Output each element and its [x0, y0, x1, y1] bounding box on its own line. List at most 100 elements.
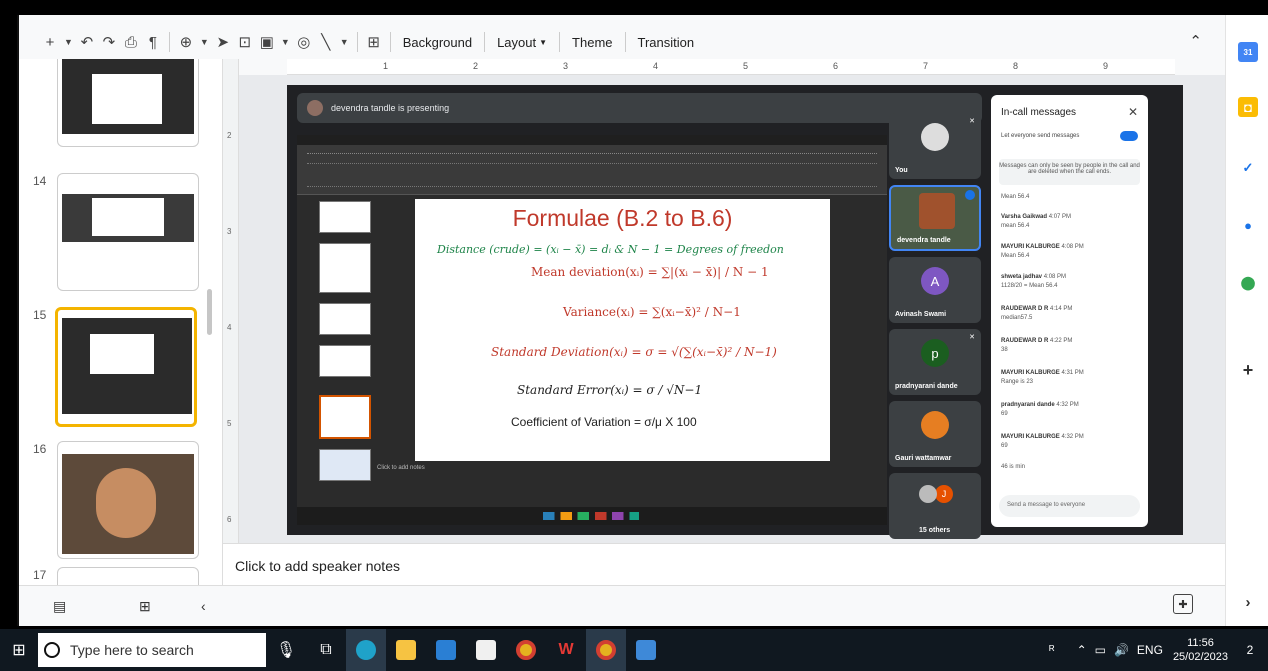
windows-start-icon[interactable]: ⊞ — [0, 629, 38, 671]
speaker-notes-placeholder[interactable]: Click to add speaker notes — [235, 558, 400, 574]
image-caret-icon[interactable]: ▼ — [278, 29, 293, 55]
explore-icon[interactable]: ✚ — [1173, 594, 1193, 614]
zoom-icon[interactable]: ⊕ — [175, 29, 197, 55]
chat-message-text: 69 — [1001, 443, 1008, 449]
ruler-label: 5 — [227, 419, 232, 428]
ribbon-tabs — [307, 153, 877, 157]
participant-name: Gauri wattamwar — [895, 455, 952, 462]
taskbar-search-box[interactable]: Type here to search — [38, 633, 266, 667]
ribbon-commands — [307, 163, 877, 187]
ruler-label: 3 — [563, 61, 569, 71]
chat-input: Send a message to everyone — [999, 495, 1140, 517]
slide-thumbnail-selected[interactable] — [55, 307, 197, 427]
task-view-icon[interactable]: ⧉ — [306, 629, 346, 671]
slide-canvas[interactable]: devendra tandle is presenting Formulae (… — [239, 75, 1225, 543]
theme-button[interactable]: Theme — [565, 29, 619, 55]
volume-icon[interactable]: 🔊 — [1114, 643, 1129, 657]
participant-tile: You ✕ — [889, 113, 981, 179]
ruler-label: 4 — [653, 61, 659, 71]
chat-sender: MAYURI KALBURGE — [1001, 370, 1060, 376]
clock[interactable]: 11:56 25/02/2023 — [1173, 636, 1228, 664]
toolbar-divider — [559, 32, 561, 52]
thumbnail-slide — [90, 334, 154, 374]
presenting-banner: devendra tandle is presenting — [297, 93, 982, 123]
hide-menus-caret-icon[interactable]: ⌃ — [1189, 32, 1202, 50]
filmstrip-view-icon[interactable]: ▤ — [53, 598, 66, 615]
select-cursor-icon[interactable]: ➤ — [212, 29, 234, 55]
layout-button[interactable]: Layout ▼ — [490, 29, 554, 55]
cortana-icon — [44, 642, 60, 658]
get-addons-plus-icon[interactable]: + — [1238, 360, 1258, 380]
new-slide-plus-icon[interactable]: + — [39, 29, 61, 55]
photos-icon[interactable] — [626, 629, 666, 671]
tasks-icon[interactable]: ✓ — [1238, 158, 1258, 178]
zoom-caret-icon[interactable]: ▼ — [197, 29, 212, 55]
ppt-mini-slide — [319, 243, 371, 293]
chrome-active-icon[interactable] — [586, 629, 626, 671]
meet-screenshot-image[interactable]: devendra tandle is presenting Formulae (… — [287, 85, 1183, 539]
paint-format-icon[interactable]: ¶ — [142, 29, 164, 55]
slide-thumbnail[interactable] — [57, 441, 199, 559]
chat-time: 4:08 PM — [1061, 244, 1084, 250]
slide-thumbnail[interactable] — [57, 173, 199, 291]
presenter-face — [96, 468, 156, 538]
chat-time: 4:14 PM — [1050, 306, 1073, 312]
network-icon[interactable]: ▭ — [1095, 643, 1106, 657]
maps-icon[interactable]: ⬤ — [1238, 273, 1258, 293]
tray-chevron-icon[interactable]: ⌃ — [1077, 643, 1087, 657]
standard-deviation-formula: Standard Deviation(xᵢ) = σ = √(∑(xᵢ−x̄)²… — [491, 345, 777, 359]
ppt-notes-placeholder: Click to add notes — [377, 465, 425, 471]
file-explorer-icon[interactable] — [386, 629, 426, 671]
undo-icon[interactable]: ↶ — [76, 29, 98, 55]
toolbar-divider — [356, 32, 358, 52]
background-button[interactable]: Background — [396, 29, 479, 55]
text-box-icon[interactable]: ⊡ — [234, 29, 256, 55]
ruler-label: 6 — [227, 515, 232, 524]
slide-thumbnail[interactable] — [57, 567, 199, 585]
collapse-panel-icon[interactable]: ‹ — [201, 598, 206, 614]
participant-avatar — [921, 411, 949, 439]
print-icon[interactable]: ⎙ — [120, 29, 142, 55]
edge-icon[interactable] — [346, 629, 386, 671]
store-icon[interactable] — [466, 629, 506, 671]
image-icon[interactable]: ▣ — [256, 29, 278, 55]
chat-sender: pradnyarani dande — [1001, 402, 1055, 408]
contacts-icon[interactable]: ● — [1238, 215, 1258, 235]
ppt-mini-slide — [319, 201, 371, 233]
comment-icon[interactable]: ⊞ — [363, 29, 385, 55]
filmstrip-scrollbar[interactable] — [207, 289, 212, 335]
chat-sender: shweta jadhav — [1001, 274, 1043, 280]
slide-thumbnail[interactable] — [57, 59, 199, 147]
system-tray: ᴿ ⌃ ▭ 🔊 ENG 11:56 25/02/2023 2 — [1049, 629, 1268, 671]
participant-avatar — [919, 485, 937, 503]
notifications-icon[interactable]: 2 — [1238, 638, 1262, 662]
thumbnail-screenshot — [62, 59, 194, 134]
ppt-ribbon — [297, 145, 887, 195]
chat-message-text: 38 — [1001, 347, 1008, 353]
language-indicator[interactable]: ENG — [1137, 643, 1163, 657]
chat-message-text: 1128/20 = Mean 56.4 — [1001, 283, 1058, 289]
grid-view-icon[interactable]: ⊞ — [139, 598, 151, 615]
new-slide-caret-icon[interactable]: ▼ — [61, 29, 76, 55]
line-caret-icon[interactable]: ▼ — [337, 29, 352, 55]
redo-icon[interactable]: ↷ — [98, 29, 120, 55]
side-panel: 31 ◘ ✓ ● ⬤ + › — [1225, 15, 1268, 626]
speaker-notes[interactable]: Click to add speaker notes — [223, 543, 1225, 585]
wps-office-icon[interactable]: W — [546, 629, 586, 671]
ppt-mini-slide — [319, 345, 371, 377]
keep-icon[interactable]: ◘ — [1238, 97, 1258, 117]
vertical-ruler: 2 3 4 5 6 — [223, 59, 239, 543]
calendar-icon[interactable]: 31 — [1238, 42, 1258, 62]
chrome-icon[interactable] — [506, 629, 546, 671]
transition-button[interactable]: Transition — [631, 29, 702, 55]
microphone-icon[interactable]: 🎙 — [266, 629, 306, 671]
chat-toggle — [1120, 131, 1138, 141]
search-placeholder: Type here to search — [70, 642, 194, 658]
line-icon[interactable]: ╲ — [315, 29, 337, 55]
chat-time: 4:31 PM — [1061, 370, 1084, 376]
expand-panel-icon[interactable]: › — [1238, 592, 1258, 612]
mail-icon[interactable] — [426, 629, 466, 671]
toolbar-divider — [484, 32, 486, 52]
shape-icon[interactable]: ◎ — [293, 29, 315, 55]
people-icon[interactable]: ᴿ — [1049, 643, 1054, 657]
